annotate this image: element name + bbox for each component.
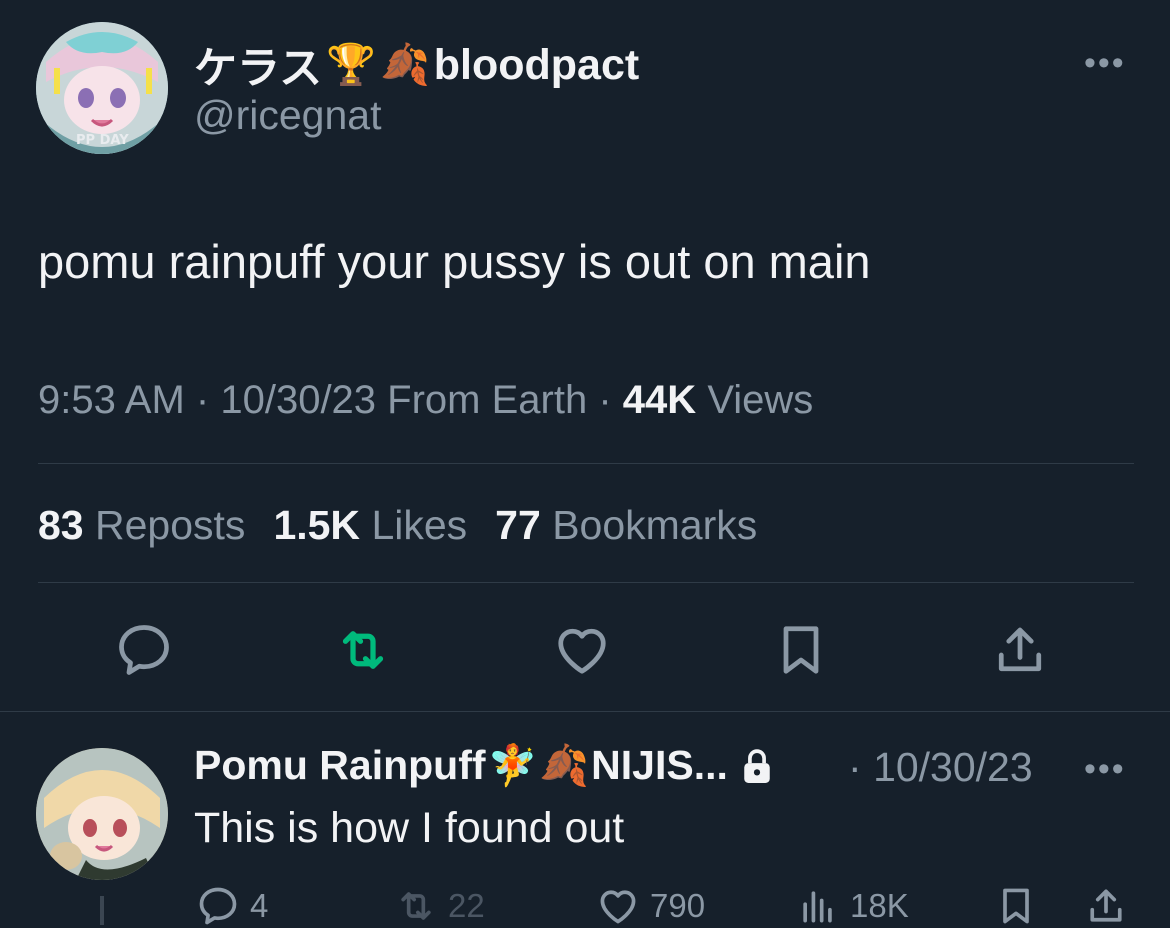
author-name-suffix: bloodpact xyxy=(433,40,640,89)
share-icon[interactable] xyxy=(990,620,1050,680)
lock-icon xyxy=(744,748,770,783)
divider xyxy=(38,463,1134,464)
like-icon[interactable] xyxy=(552,620,612,680)
bookmarks-label: Bookmarks xyxy=(552,502,758,548)
svg-text:PP DAY: PP DAY xyxy=(76,133,129,148)
reply-text: This is how I found out xyxy=(194,804,625,852)
likes-stat[interactable]: 1.5K Likes xyxy=(273,502,467,548)
reply-icon[interactable] xyxy=(114,620,174,680)
author-avatar[interactable]: PP DAY xyxy=(36,22,168,154)
reply-author-name[interactable]: Pomu Rainpuff 🧚 🍂 NIJIS... xyxy=(194,742,774,789)
views-icon xyxy=(803,891,832,923)
bookmark-icon[interactable] xyxy=(771,620,831,680)
leaf-icon: 🍂 xyxy=(379,43,430,87)
reply-author-name-truncated: NIJIS... xyxy=(591,742,728,788)
tweet-date[interactable]: 10/30/23 xyxy=(220,378,376,422)
reply-likes-count: 790 xyxy=(650,887,706,924)
reply-author-name-text: Pomu Rainpuff xyxy=(194,742,486,788)
reply-date[interactable]: 10/30/23 xyxy=(873,744,1033,790)
tweet-stats: 83 Reposts 1.5K Likes 77 Bookmarks xyxy=(38,502,757,549)
share-icon xyxy=(1090,889,1122,922)
section-divider xyxy=(0,711,1170,712)
leaf-icon: 🍂 xyxy=(539,743,590,788)
reposts-count: 83 xyxy=(38,502,84,548)
meta-separator-2: · xyxy=(598,378,612,422)
author-name-prefix: ケラス xyxy=(194,45,323,93)
reply-author-avatar[interactable] xyxy=(36,748,168,880)
date-separator: · xyxy=(848,744,862,790)
views-count: 44K xyxy=(622,378,697,422)
more-options-icon[interactable]: ••• xyxy=(1084,44,1126,83)
author-name[interactable]: ケラス 🏆 🍂 bloodpact xyxy=(194,34,639,96)
like-icon xyxy=(600,890,636,924)
reply-reply-button[interactable]: 4 xyxy=(196,884,268,928)
tweet-source: From Earth xyxy=(387,378,588,422)
reposts-stat[interactable]: 83 Reposts xyxy=(38,502,245,548)
reply-views-button[interactable]: 18K xyxy=(796,884,909,928)
likes-count: 1.5K xyxy=(273,502,361,548)
anime-avatar-icon xyxy=(36,748,168,880)
repost-icon[interactable] xyxy=(333,620,393,680)
reply-views-count: 18K xyxy=(850,887,909,924)
reply-icon xyxy=(199,887,237,925)
reply-share-button[interactable] xyxy=(1084,884,1128,928)
tweet-text: pomu rainpuff your pussy is out on main xyxy=(38,235,871,288)
reply-like-button[interactable]: 790 xyxy=(596,884,705,928)
thread-line xyxy=(100,896,104,925)
tweet-meta: 9:53 AM · 10/30/23 From Earth · 44K View… xyxy=(38,378,813,423)
reply-more-options-icon[interactable]: ••• xyxy=(1084,750,1126,789)
reposts-label: Reposts xyxy=(95,502,246,548)
reply-reposts-count: 22 xyxy=(448,887,485,924)
reply-bookmark-button[interactable] xyxy=(994,884,1038,928)
repost-icon xyxy=(401,892,431,920)
anime-avatar-icon: PP DAY xyxy=(36,22,168,154)
bookmarks-stat[interactable]: 77 Bookmarks xyxy=(495,502,757,548)
divider xyxy=(38,582,1134,583)
reply-repost-button[interactable]: 22 xyxy=(394,884,485,928)
meta-separator: · xyxy=(195,378,210,422)
bookmark-icon xyxy=(1003,888,1029,924)
reply-date-group: · 10/30/23 xyxy=(848,744,1033,791)
tweet-time[interactable]: 9:53 AM xyxy=(38,378,185,422)
likes-label: Likes xyxy=(371,502,468,548)
reply-replies-count: 4 xyxy=(250,887,269,924)
author-handle[interactable]: @ricegnat xyxy=(194,92,381,139)
bookmarks-count: 77 xyxy=(495,502,541,548)
views-label: Views xyxy=(707,378,814,422)
trophy-icon: 🏆 xyxy=(326,43,376,87)
fairy-icon: 🧚 xyxy=(487,743,538,788)
